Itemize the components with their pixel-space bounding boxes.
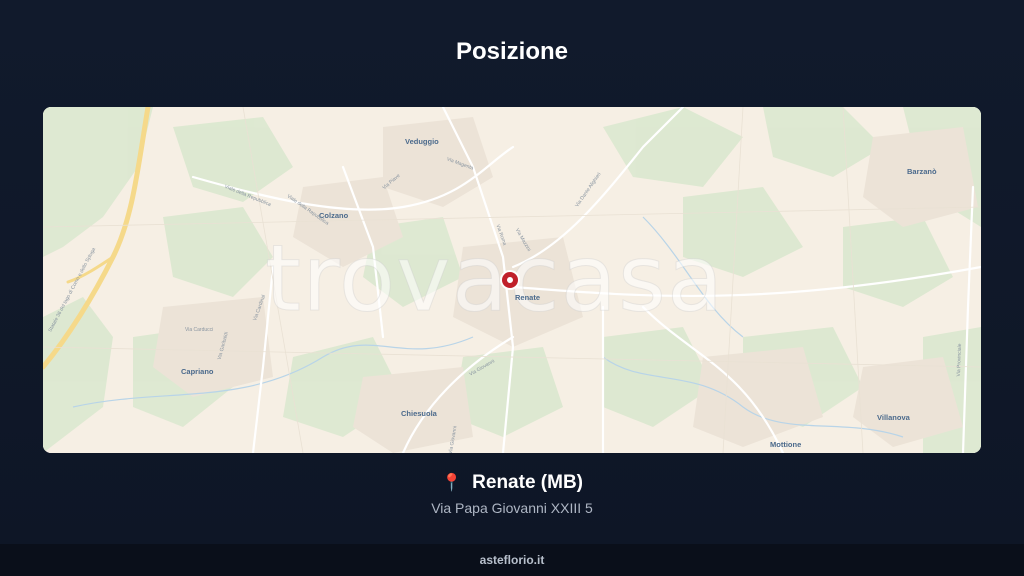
page-title: Posizione bbox=[455, 38, 569, 65]
street-label: Via Provinciale bbox=[955, 343, 964, 377]
footer-site-link[interactable]: asteflorio.it bbox=[480, 553, 545, 567]
location-title: 📍 Renate (MB) bbox=[0, 472, 1024, 494]
map-watermark: trovacasa bbox=[264, 225, 725, 333]
place-label-capriano: Capriano bbox=[181, 367, 214, 376]
street-label: Via Carducci bbox=[185, 327, 214, 333]
place-label-chiesuola: Chiesuola bbox=[401, 409, 437, 418]
map-pin-icon: 📍 bbox=[440, 473, 463, 492]
place-label-barzano: Barzanò bbox=[907, 167, 937, 176]
place-label-villanova: Villanova bbox=[877, 413, 910, 422]
map[interactable]: trovacasa Veduggio Colzano Renate Barzan… bbox=[43, 107, 981, 453]
footer: asteflorio.it bbox=[0, 544, 1024, 576]
location-address: Via Papa Giovanni XXIII 5 bbox=[431, 500, 593, 516]
place-label-renate: Renate bbox=[515, 293, 541, 302]
place-label-veduggio: Veduggio bbox=[405, 137, 439, 146]
place-label-mottione: Mottione bbox=[770, 440, 802, 449]
location-name: Renate (MB) bbox=[472, 472, 583, 493]
location-pin-icon[interactable] bbox=[502, 272, 518, 288]
